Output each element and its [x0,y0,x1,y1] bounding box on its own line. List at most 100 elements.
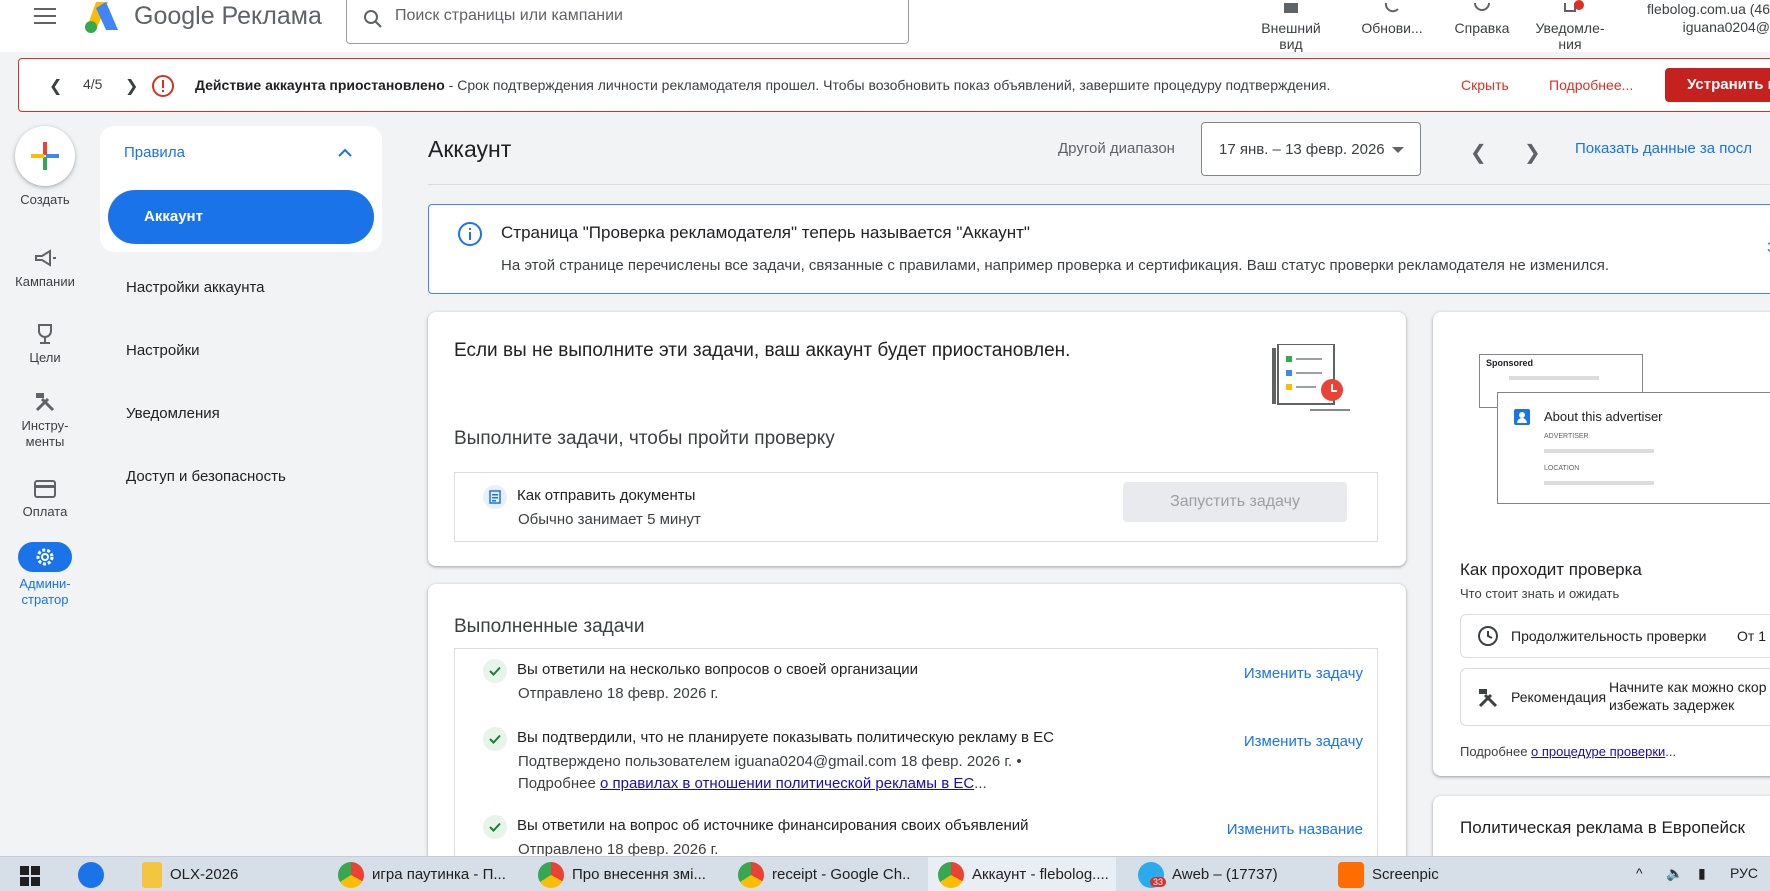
trophy-icon [38,324,52,344]
help-icon [1474,2,1490,11]
volume-icon[interactable]: 🔈 [1666,865,1683,882]
account-domain: flebolog.com.ua (46 [1647,1,1770,17]
clock-icon [1478,626,1498,646]
rail-create-label: Создать [20,192,70,207]
rail-tools[interactable]: Инстру- менты [0,390,90,450]
show-data-link[interactable]: Показать данные за посл [1575,140,1752,157]
account-email: iguana0204@ [1682,19,1770,35]
taskbar-item-chrome-1[interactable]: игра паутинка - П... [338,857,508,891]
rail-admin-highlight [18,542,72,572]
language-indicator[interactable]: РУС [1730,865,1758,881]
dropdown-caret-icon [1392,147,1404,153]
search-box[interactable] [346,0,909,44]
menu-icon[interactable] [34,8,56,26]
taskbar-item-chrome-active[interactable]: Аккаунт - flebolog.... [928,857,1116,891]
check-icon [483,727,507,751]
nav-item-account-settings[interactable]: Настройки аккаунта [126,279,265,296]
edit-task-link[interactable]: Изменить задачу [1244,665,1363,682]
tasks-subtitle: Выполните задачи, чтобы пройти проверку [454,428,835,449]
account-switcher[interactable]: flebolog.com.ua (46 iguana0204@ [1640,0,1770,36]
completed-tasks-list: Вы ответили на несколько вопросов о свое… [454,648,1378,891]
taskbar-item-chrome-3[interactable]: receipt - Google Ch... [738,857,910,891]
alert-message: Действие аккаунта приостановлено - Срок … [195,77,1331,93]
nav-item-access-security[interactable]: Доступ и безопасность [126,468,286,485]
chevron-left-icon[interactable]: ❮ [49,76,62,96]
telegram-badge: 33 [1150,877,1167,887]
completed-tasks-card: Выполненные задачи Вы ответили на нескол… [428,584,1406,891]
advertiser-illustration: Sponsored About this advertiser ADVERTIS… [1479,354,1770,524]
header-divider [428,184,1770,185]
verification-process-title: Как проходит проверка [1460,560,1642,579]
battery-icon[interactable]: ▮ [1698,865,1706,882]
top-bar: Google Реклама Внешний вид Обнови... Спр… [0,0,1770,52]
chevron-up-icon[interactable] [336,144,354,162]
start-task-button[interactable]: Запустить задачу [1123,482,1347,522]
rail-campaigns[interactable]: Кампании [0,248,90,290]
taskbar-item-chrome-2[interactable]: Про внесення змі... [538,857,708,891]
nav-item-settings[interactable]: Настройки [126,342,200,359]
edit-task-link[interactable]: Изменить задачу [1244,733,1363,750]
verification-procedure-link[interactable]: о процедуре проверки [1531,744,1665,759]
info-icon [458,222,482,246]
check-icon [483,815,507,839]
rules-section-toggle[interactable]: Правила [124,144,185,161]
plus-icon [31,142,59,170]
error-icon [152,75,174,97]
pending-tasks-card: Если вы не выполните эти задачи, ваш акк… [428,312,1406,566]
rail-admin[interactable]: Админи- стратор [0,542,90,608]
next-period-icon[interactable]: ❯ [1524,140,1541,165]
info-title: Страница "Проверка рекламодателя" теперь… [501,223,1030,242]
recommendation-row: Рекомендация Начните как можно скор избе… [1460,668,1770,726]
tools-icon [1478,689,1498,708]
prev-period-icon[interactable]: ❮ [1470,140,1487,165]
tray-chevron-up-icon[interactable]: ^ [1636,865,1643,881]
date-range-select[interactable]: 17 янв. – 13 февр. 2026 [1201,122,1421,176]
nav-item-notifications[interactable]: Уведомления [126,405,220,422]
task-duration: Обычно занимает 5 минут [518,511,701,528]
taskbar-item-olx[interactable]: OLX-2026 [142,857,312,891]
task-item: Как отправить документы Обычно занимает … [454,472,1378,542]
info-description: На этой странице перечислены все задачи,… [501,257,1610,274]
taskbar-app-browser[interactable] [78,857,114,891]
google-ads-logo-icon [85,2,118,33]
task-title: Как отправить документы [517,487,696,504]
chevron-right-icon[interactable]: ❯ [125,76,138,96]
tools-icon [35,393,55,412]
account-suspended-alert: ❮ 4/5 ❯ Действие аккаунта приостановлено… [18,58,1770,112]
rail-goals[interactable]: Цели [0,322,90,366]
bell-icon [1564,0,1584,12]
verification-info-card: Sponsored About this advertiser ADVERTIS… [1433,312,1770,776]
nav-item-account[interactable]: Аккаунт [108,190,374,244]
search-input[interactable] [395,7,895,25]
date-range-label: Другой диапазон [1058,140,1175,157]
folder-icon [142,861,162,888]
windows-start-icon[interactable] [20,866,40,886]
appearance-icon [1284,3,1298,13]
suspension-warning: Если вы не выполните эти задачи, ваш акк… [454,340,1071,361]
appearance-button[interactable]: Внешний вид [1246,0,1336,52]
person-icon [1514,409,1530,425]
refresh-button[interactable]: Обнови... [1350,0,1434,36]
rail-billing[interactable]: Оплата [0,478,90,520]
page-title: Аккаунт [428,136,512,162]
eu-political-ads-policy-link[interactable]: о правилах в отношении политической рекл… [600,775,974,792]
create-button[interactable] [15,126,75,186]
taskbar-item-screenpic[interactable]: Screenpic [1338,857,1498,891]
credit-card-icon [34,480,56,498]
help-button[interactable]: Справка [1442,0,1522,36]
refresh-icon [1384,2,1399,13]
search-icon [364,10,382,28]
hide-alert-link[interactable]: Скрыть [1461,77,1509,93]
fix-button[interactable]: Устранить п [1665,68,1770,102]
chrome-icon [938,861,964,888]
check-icon [483,659,507,683]
document-icon [483,485,507,509]
political-ads-title: Политическая реклама в Европейск [1460,818,1745,837]
info-banner: Страница "Проверка рекламодателя" теперь… [428,204,1770,294]
notifications-button[interactable]: Уведомле- ния [1528,0,1612,52]
verification-process-subtitle: Что стоит знать и ожидать [1460,586,1620,601]
edit-name-link[interactable]: Изменить название [1227,821,1363,838]
alert-more-link[interactable]: Подробнее... [1549,77,1633,93]
rules-nav-group: Правила Аккаунт [100,126,382,252]
megaphone-icon [35,249,56,267]
